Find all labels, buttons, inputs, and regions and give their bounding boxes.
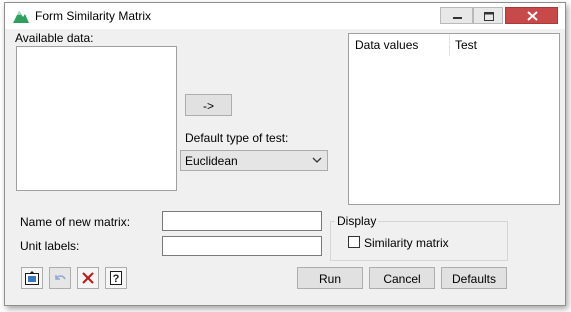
chevron-down-icon: [312, 157, 322, 163]
column-divider[interactable]: [449, 34, 450, 56]
available-data-list[interactable]: [16, 46, 177, 191]
similarity-matrix-label[interactable]: Similarity matrix: [364, 236, 449, 250]
cancel-button[interactable]: Cancel: [369, 267, 435, 289]
column-header-test[interactable]: Test: [455, 34, 477, 56]
add-to-list-button[interactable]: ->: [185, 94, 232, 116]
close-button[interactable]: [505, 7, 558, 24]
clear-button[interactable]: [77, 267, 99, 289]
close-icon: [527, 11, 538, 21]
pin-to-spreadsheet-icon: [25, 271, 39, 285]
unit-labels-input[interactable]: [162, 236, 322, 256]
undo-icon: [55, 275, 66, 280]
maximize-icon: [484, 12, 494, 21]
svg-text:?: ?: [113, 273, 120, 285]
default-test-value: Euclidean: [185, 154, 238, 168]
help-icon: ?: [110, 271, 122, 285]
available-data-label: Available data:: [15, 31, 94, 45]
undo-button[interactable]: [49, 267, 71, 289]
unit-labels-label: Unit labels:: [20, 239, 80, 253]
display-group-title: Display: [335, 214, 379, 228]
maximize-button[interactable]: [473, 7, 503, 24]
column-header-data-values[interactable]: Data values: [355, 34, 418, 56]
new-matrix-label: Name of new matrix:: [20, 215, 131, 229]
minimize-icon: [453, 17, 462, 19]
minimize-button[interactable]: [440, 7, 473, 24]
defaults-button[interactable]: Defaults: [441, 267, 507, 289]
window-title: Form Similarity Matrix: [35, 9, 151, 23]
data-values-grid[interactable]: Data values Test: [348, 33, 560, 205]
new-matrix-input[interactable]: [162, 211, 322, 231]
app-logo-icon: [13, 11, 29, 23]
help-button[interactable]: ?: [105, 267, 127, 289]
default-test-label: Default type of test:: [185, 131, 289, 145]
run-button[interactable]: Run: [297, 267, 363, 289]
clear-icon: [82, 272, 94, 284]
default-test-select[interactable]: Euclidean: [180, 150, 328, 171]
spreadsheet-button[interactable]: [21, 267, 43, 289]
title-bar[interactable]: Form Similarity Matrix: [5, 3, 565, 29]
similarity-matrix-checkbox[interactable]: [348, 236, 360, 248]
dialog-window: Form Similarity Matrix Available data: -…: [4, 2, 566, 306]
